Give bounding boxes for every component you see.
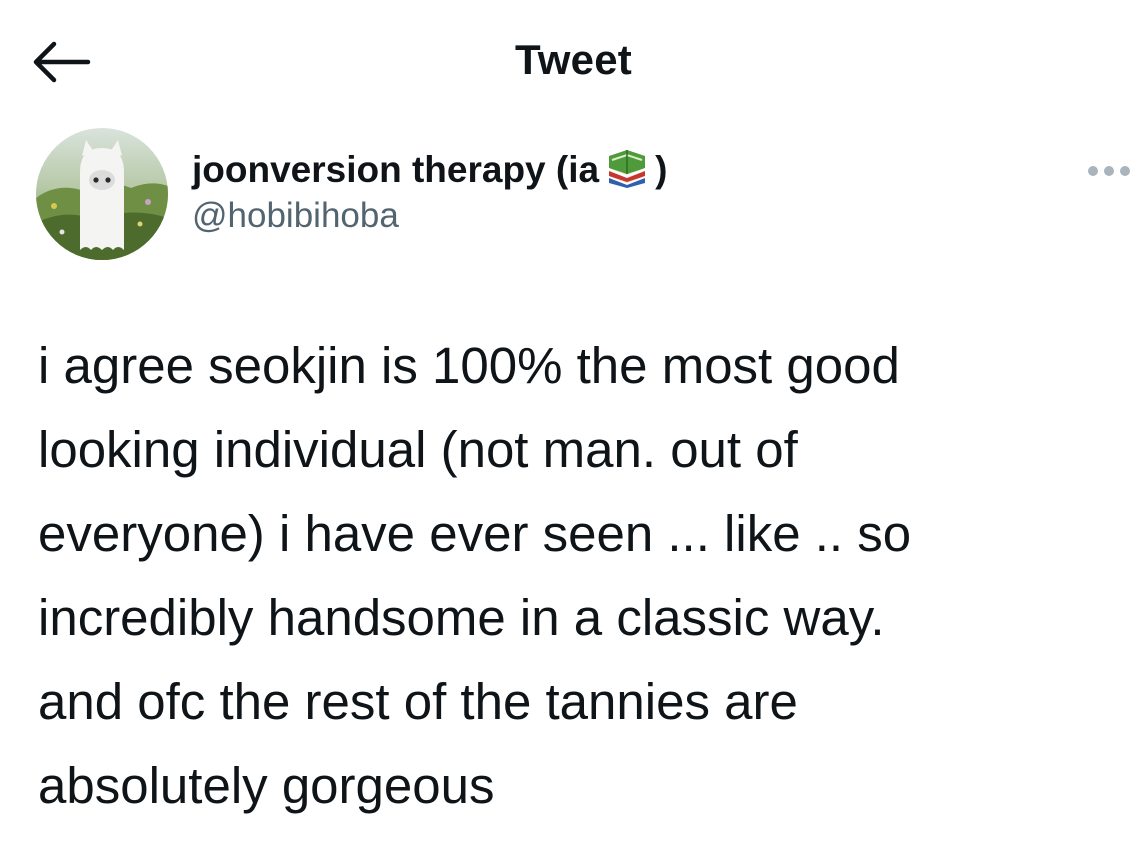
display-name[interactable]: joonversion therapy (ia ) (192, 148, 992, 192)
display-name-suffix: ) (655, 149, 668, 190)
page-title: Tweet (515, 36, 632, 83)
user-handle[interactable]: @hobibihoba (192, 194, 992, 238)
tweet-text: i agree seokjin is 100% the most good lo… (38, 337, 912, 814)
ghost-avatar-image (36, 128, 168, 260)
avatar[interactable] (36, 128, 168, 260)
books-emoji-icon (609, 150, 646, 188)
author-info: joonversion therapy (ia ) @hobibihoba (192, 148, 992, 238)
display-name-text: joonversion therapy (ia (192, 149, 600, 190)
more-options-button[interactable] (1085, 163, 1133, 179)
tweet-author: joonversion therapy (ia ) @hobibihoba (36, 128, 1130, 268)
top-bar: Tweet (0, 0, 1147, 120)
more-horizontal-icon (1088, 166, 1130, 176)
